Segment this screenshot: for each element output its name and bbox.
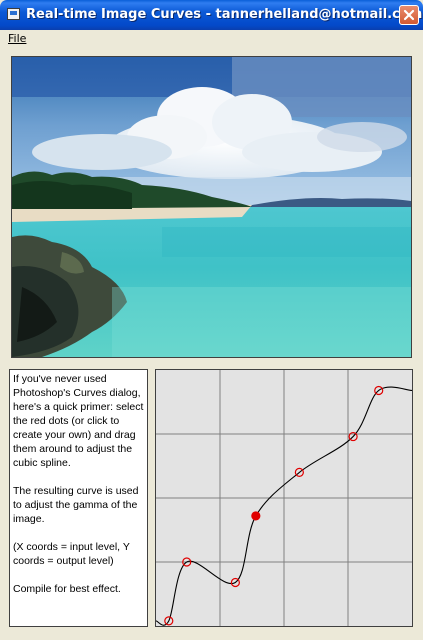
close-icon (403, 9, 415, 21)
close-button[interactable] (399, 5, 419, 25)
help-paragraph-compile: Compile for best effect. (13, 583, 121, 595)
preview-image (11, 56, 412, 358)
menu-file[interactable]: File (8, 32, 26, 45)
help-paragraph-coords: (X coords = input level, Y coords = outp… (13, 541, 130, 567)
beach-photo (12, 57, 411, 357)
help-text-box: If you've never used Photoshop's Curves … (9, 369, 148, 627)
app-icon[interactable] (7, 8, 20, 20)
help-paragraph-intro: If you've never used Photoshop's Curves … (13, 373, 144, 469)
curve-canvas[interactable] (156, 370, 412, 626)
help-paragraph-result: The resulting curve is used to adjust th… (13, 485, 139, 525)
control-point-selected[interactable] (251, 511, 261, 521)
menu-bar: File (0, 30, 423, 48)
control-points (164, 385, 384, 626)
window-title: Real-time Image Curves - tannerhelland@h… (26, 7, 423, 22)
title-bar: Real-time Image Curves - tannerhelland@h… (0, 0, 423, 30)
curve-editor[interactable] (155, 369, 413, 627)
grid-lines (156, 370, 412, 626)
